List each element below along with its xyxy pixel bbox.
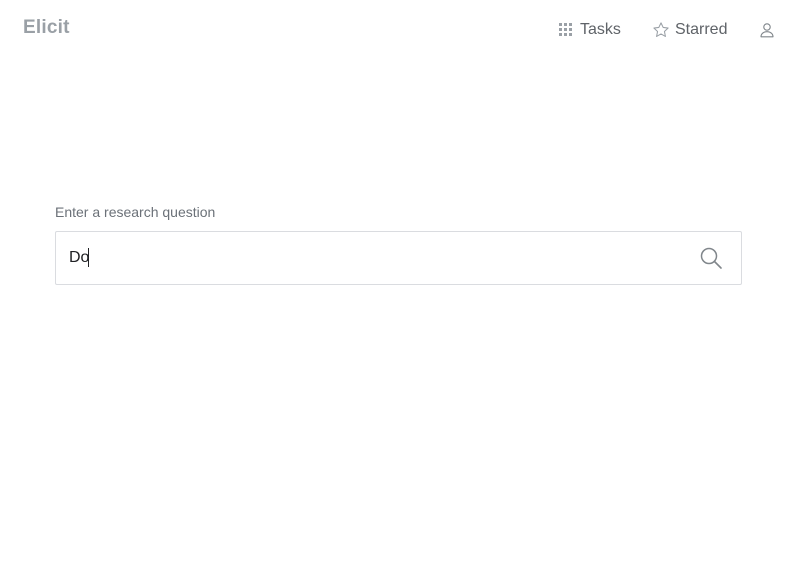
user-icon [758,21,776,39]
nav-tasks-link[interactable]: Tasks [559,18,621,42]
search-icon [699,247,723,274]
grid-icon [559,23,573,37]
text-caret [88,248,89,267]
research-question-input[interactable] [69,232,669,284]
nav-starred-link[interactable]: Starred [652,18,727,42]
search-box [55,231,742,285]
top-nav: Tasks Starred [0,18,800,42]
page: Elicit Tasks Starred Enter a research qu… [0,0,800,571]
search-button[interactable] [699,246,723,270]
star-icon [652,21,670,39]
nav-tasks-label: Tasks [580,21,621,38]
user-menu-button[interactable] [758,18,776,42]
nav-starred-label: Starred [675,21,728,38]
research-question-label: Enter a research question [55,204,216,220]
